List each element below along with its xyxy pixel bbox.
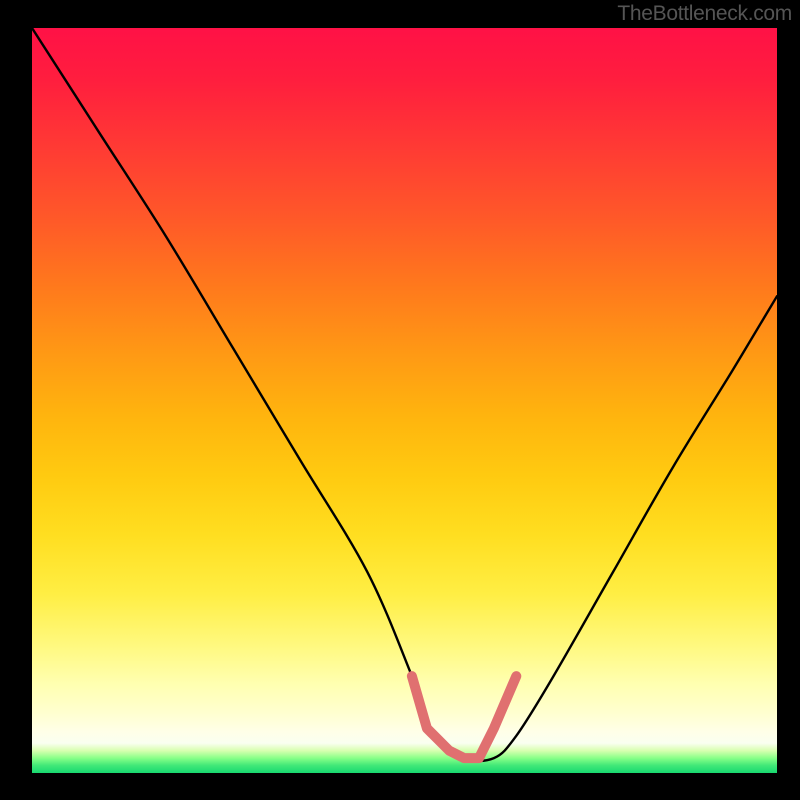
- watermark-text: TheBottleneck.com: [617, 2, 792, 26]
- valley-marker: [412, 676, 516, 758]
- plot-area: [32, 28, 777, 773]
- curve-layer: [32, 28, 777, 773]
- bottleneck-curve: [32, 28, 777, 761]
- chart-frame: TheBottleneck.com: [0, 0, 800, 800]
